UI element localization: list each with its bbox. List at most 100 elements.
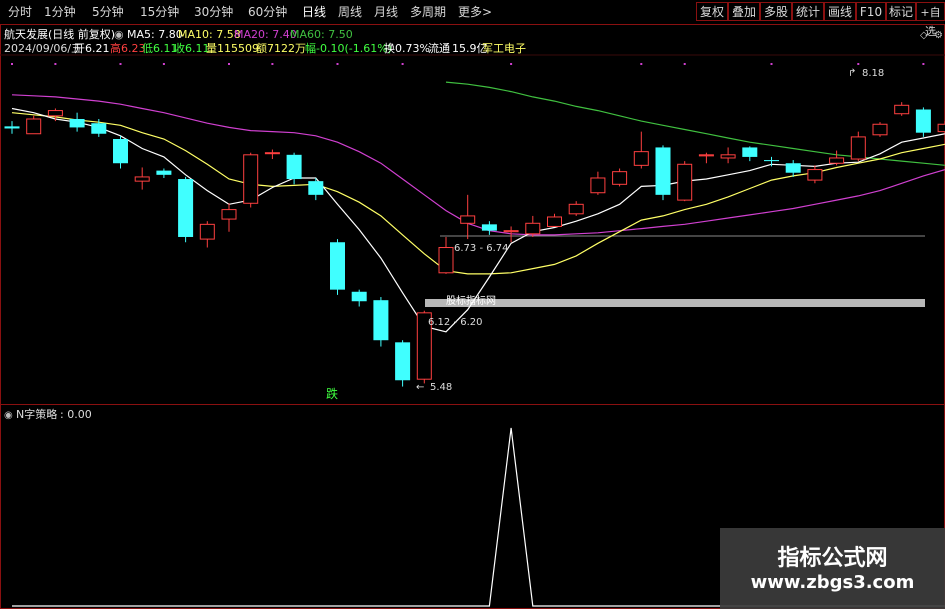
turnover-value: 0.73% [395,42,430,55]
svg-text:幅: 幅 [305,42,316,55]
range-label-1: 6.73 - 6.74 [454,243,509,254]
tab-60min[interactable]: 60分钟 [248,3,287,21]
svg-text:量: 量 [206,42,217,55]
sector-value: 军工电子 [482,42,526,55]
f10-button[interactable]: F10 [856,2,886,21]
signal-dot [857,63,860,65]
signal-dot [401,63,404,65]
kline-chart[interactable]: 航天发展(日线 前复权) ◉ MA5: 7.80 MA10: 7.58 MA20… [0,24,945,609]
signal-dot [922,63,925,65]
candle-body [395,342,411,381]
ma20-label: MA20: 7.40 [234,28,297,41]
tab-5min[interactable]: 5分钟 [92,3,124,21]
multi-stock-button[interactable]: 多股 [760,2,792,21]
candle-body [698,154,714,157]
candle-body [308,181,324,195]
ma20-line [11,94,945,236]
ma-icon: ◉ [114,28,124,41]
candle-body [807,169,823,181]
candle-body [894,104,910,115]
candle-body [330,242,345,290]
tab-minute[interactable]: 分时 [8,3,32,21]
svg-text:额: 额 [256,42,267,55]
high-arrow-icon: ↱ [848,68,856,79]
candle-body [156,170,172,175]
tab-30min[interactable]: 30分钟 [194,3,233,21]
svg-text:开: 开 [74,42,85,55]
tab-weekly[interactable]: 周线 [338,3,362,21]
ma60-label: MA60: 7.50 [290,28,353,41]
add-watchlist-button[interactable]: +自选 [916,2,945,38]
candle-body [677,163,693,201]
date-value: 2024/09/06/五 [4,42,82,55]
signal-dot [510,63,513,65]
indicator-icon: ◉ [4,410,13,421]
candle-body [547,216,562,227]
amount-value: 7122万 [267,42,306,55]
ma10-label: MA10: 7.58 [178,28,241,41]
tab-monthly[interactable]: 月线 [374,3,398,21]
signal-dot [162,63,165,65]
mark-button[interactable]: 标记 [886,2,916,21]
candle-body [47,110,63,117]
watermark-bar [425,299,925,307]
candle-body [351,291,367,302]
collapse-icon[interactable]: ◇ [920,30,928,41]
signal-dot [271,63,274,65]
signal-dot [119,63,122,65]
candle-body [286,154,302,180]
tab-more[interactable]: 更多> [458,3,492,21]
signal-dot [54,63,57,65]
candle-body [221,209,237,220]
period-toolbar: 分时 1分钟 5分钟 15分钟 30分钟 60分钟 日线 周线 月线 多周期 更… [0,0,945,38]
svg-text:流通: 流通 [428,41,450,55]
candle-body [373,300,389,341]
signal-dot [683,63,686,65]
candle-body [113,139,128,164]
watermark-url: www.zbgs3.com [750,572,915,593]
range-label-2: 6.12 - 6.20 [428,317,483,328]
low-arrow-icon: ← [416,382,424,393]
candle-body [26,118,42,135]
stock-title: 航天发展(日线 前复权) [4,27,115,41]
tab-15min[interactable]: 15分钟 [140,3,179,21]
candle-body [742,147,758,157]
candle-body [4,126,20,129]
signal-dot [11,63,13,65]
tab-daily[interactable]: 日线 [302,3,326,21]
ma5-label: MA5: 7.80 [127,28,183,41]
tab-1min[interactable]: 1分钟 [44,3,76,21]
candle-body [785,163,801,173]
candle-body [69,118,85,128]
svg-text:高: 高 [110,41,121,55]
candle-body [720,154,736,159]
stats-button[interactable]: 统计 [792,2,824,21]
candle-body [872,123,888,136]
candle-body [264,152,280,155]
draw-button[interactable]: 画线 [824,2,856,21]
candle-body [829,157,845,164]
signal-dot [640,63,643,65]
overlay-button[interactable]: 叠加 [728,2,760,21]
candle-body [503,230,519,233]
candle-body [633,151,649,166]
candle-body [438,247,454,274]
candle-body [178,179,194,237]
candle-body [590,177,606,194]
candle-body [915,109,931,133]
svg-text:低: 低 [142,42,153,55]
main-panel-border [0,24,945,405]
signal-dot [770,63,773,65]
candle-body [850,136,866,160]
settings-icon[interactable]: ⚙ [934,30,943,41]
low-price-label: 5.48 [430,382,452,393]
watermark-title: 指标公式网 [777,546,888,571]
tab-multi-period[interactable]: 多周期 [410,3,446,21]
candle-body [525,222,541,235]
indicator-name: N字策略 [16,407,57,421]
candle-body [243,154,259,204]
svg-text:换: 换 [384,41,395,55]
adjust-button[interactable]: 复权 [696,2,728,21]
change-value: -0.10(-1.61%) [316,42,392,55]
candle-body [612,171,628,185]
